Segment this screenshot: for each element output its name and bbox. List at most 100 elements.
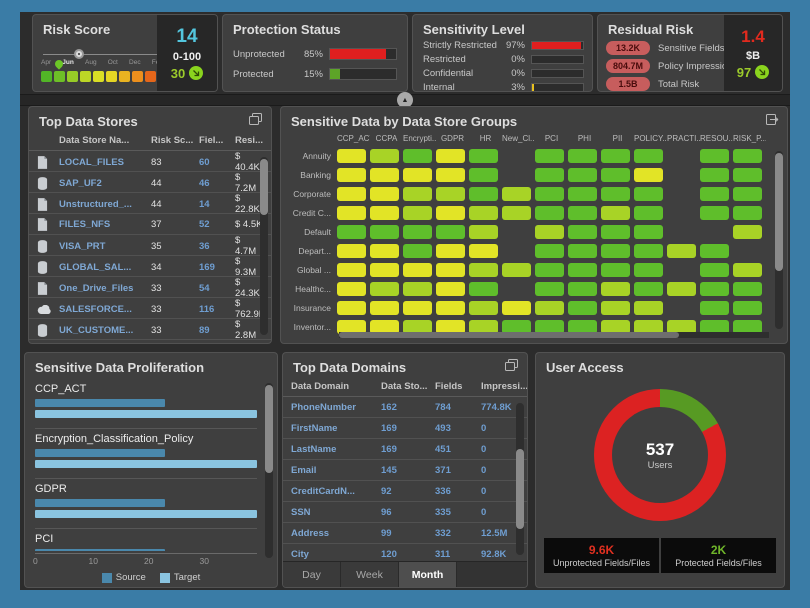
table-row[interactable]: One_Drive_Files3354$ 24.3K (29, 277, 271, 298)
heatmap-cell[interactable] (370, 225, 399, 239)
heatmap-cell[interactable] (403, 263, 432, 277)
heatmap-column-label[interactable]: CCP_ACT (337, 134, 370, 143)
heatmap-cell[interactable] (634, 225, 663, 239)
heatmap-cell[interactable] (568, 187, 597, 201)
heatmap-cell[interactable] (403, 244, 432, 258)
heatmap-cell[interactable] (568, 168, 597, 182)
heatmap-cell[interactable] (733, 263, 762, 277)
heatmap-cell[interactable] (634, 244, 663, 258)
heatmap-cell[interactable] (535, 225, 564, 239)
scrollbar-thumb[interactable] (516, 449, 524, 529)
table-row[interactable]: Address9933212.5M (283, 523, 527, 544)
heatmap-column-label[interactable]: CCPA (370, 134, 403, 143)
heatmap-cell[interactable] (370, 187, 399, 201)
table-row[interactable]: VISA_PRT3536$ 4.7M (29, 235, 271, 256)
heatmap-cell[interactable] (601, 301, 630, 315)
heatmap-cell[interactable] (700, 187, 729, 201)
heatmap-cell[interactable] (601, 187, 630, 201)
heatmap-column-label[interactable]: GDPR (436, 134, 469, 143)
heatmap-cell[interactable] (634, 168, 663, 182)
heatmap-cell[interactable] (370, 168, 399, 182)
heatmap-cell[interactable] (469, 244, 498, 258)
heatmap-cell[interactable] (601, 206, 630, 220)
heatmap-row-label[interactable]: Corporate (287, 189, 337, 199)
heatmap-cell[interactable] (436, 187, 465, 201)
heatmap-cell[interactable] (733, 301, 762, 315)
heatmap-cell[interactable] (601, 263, 630, 277)
heatmap-cell[interactable] (634, 206, 663, 220)
heatmap-cell[interactable] (469, 206, 498, 220)
heatmap-cell[interactable] (337, 244, 366, 258)
heatmap-cell[interactable] (733, 225, 762, 239)
tab-week[interactable]: Week (341, 562, 399, 587)
heatmap-cell[interactable] (601, 149, 630, 163)
tab-day[interactable]: Day (283, 562, 341, 587)
col-data-stores[interactable]: Data Sto... (381, 381, 435, 392)
flip-panel-icon[interactable] (248, 113, 263, 131)
table-row[interactable]: LOCAL_FILES8360$ 40.4K (29, 151, 271, 172)
slider-knob[interactable] (74, 49, 84, 59)
scrollbar-thumb[interactable] (265, 385, 273, 473)
heatmap-cell[interactable] (568, 263, 597, 277)
table-row[interactable]: SALESFORCE...33116$ 762.9K (29, 298, 271, 319)
risk-month-label[interactable]: Oct (108, 59, 118, 66)
risk-month-label[interactable]: Jun (62, 59, 74, 66)
heatmap-cell[interactable] (733, 282, 762, 296)
heatmap-cell[interactable] (535, 149, 564, 163)
table-row[interactable]: UK_CUSTOME...3389$ 2.8M (29, 319, 271, 340)
heatmap-row-label[interactable]: Default (287, 227, 337, 237)
heatmap-cell[interactable] (568, 244, 597, 258)
heatmap-cell[interactable] (601, 244, 630, 258)
heatmap-cell[interactable] (469, 187, 498, 201)
heatmap-row-label[interactable]: Credit C... (287, 208, 337, 218)
heatmap-cell[interactable] (370, 244, 399, 258)
heatmap-cell[interactable] (700, 282, 729, 296)
heatmap-cell[interactable] (700, 263, 729, 277)
heatmap-cell[interactable] (502, 263, 531, 277)
heatmap-row-label[interactable]: Banking (287, 170, 337, 180)
heatmap-cell[interactable] (436, 206, 465, 220)
heatmap-cell[interactable] (733, 168, 762, 182)
source-bar[interactable] (35, 549, 165, 551)
scrollbar-thumb[interactable] (775, 153, 783, 271)
heatmap-column-label[interactable]: New_Cl... (502, 134, 535, 143)
col-fields[interactable]: Fiel... (199, 135, 235, 146)
heatmap-cell[interactable] (469, 282, 498, 296)
heatmap-cell[interactable] (403, 149, 432, 163)
heatmap-cell[interactable] (700, 206, 729, 220)
heatmap-row-label[interactable]: Healthc... (287, 284, 337, 294)
heatmap-cell[interactable] (436, 149, 465, 163)
heatmap-cell[interactable] (436, 225, 465, 239)
heatmap-cell[interactable] (337, 206, 366, 220)
heatmap-cell[interactable] (337, 149, 366, 163)
table-row[interactable]: CreditCardN...923360 (283, 481, 527, 502)
heatmap-cell[interactable] (436, 282, 465, 296)
col-data-domain[interactable]: Data Domain (291, 381, 381, 392)
table-row[interactable]: FirstName1694930 (283, 418, 527, 439)
scrollbar-thumb[interactable] (260, 159, 268, 215)
export-icon[interactable] (765, 113, 779, 131)
heatmap-cell[interactable] (634, 282, 663, 296)
heatmap-row-label[interactable]: Insurance (287, 303, 337, 313)
heatmap-cell[interactable] (502, 187, 531, 201)
heatmap-column-label[interactable]: PRACTI... (667, 134, 700, 143)
heatmap-cell[interactable] (502, 206, 531, 220)
heatmap-cell[interactable] (733, 187, 762, 201)
heatmap-cell[interactable] (568, 206, 597, 220)
heatmap-column-label[interactable]: PCI (535, 134, 568, 143)
heatmap-cell[interactable] (337, 301, 366, 315)
table-row[interactable]: FILES_NFS3752$ 4.5K (29, 214, 271, 235)
heatmap-cell[interactable] (436, 301, 465, 315)
heatmap-cell[interactable] (469, 263, 498, 277)
heatmap-row-label[interactable]: Depart... (287, 246, 337, 256)
heatmap-cell[interactable] (403, 168, 432, 182)
heatmap-column-label[interactable]: PHI (568, 134, 601, 143)
tab-month[interactable]: Month (399, 562, 457, 587)
heatmap-cell[interactable] (733, 149, 762, 163)
heatmap-cell[interactable] (403, 282, 432, 296)
source-bar[interactable] (35, 399, 165, 407)
heatmap-column-label[interactable]: POLICY... (634, 134, 667, 143)
heatmap-cell[interactable] (469, 168, 498, 182)
heatmap-cell[interactable] (370, 301, 399, 315)
heatmap-cell[interactable] (502, 301, 531, 315)
